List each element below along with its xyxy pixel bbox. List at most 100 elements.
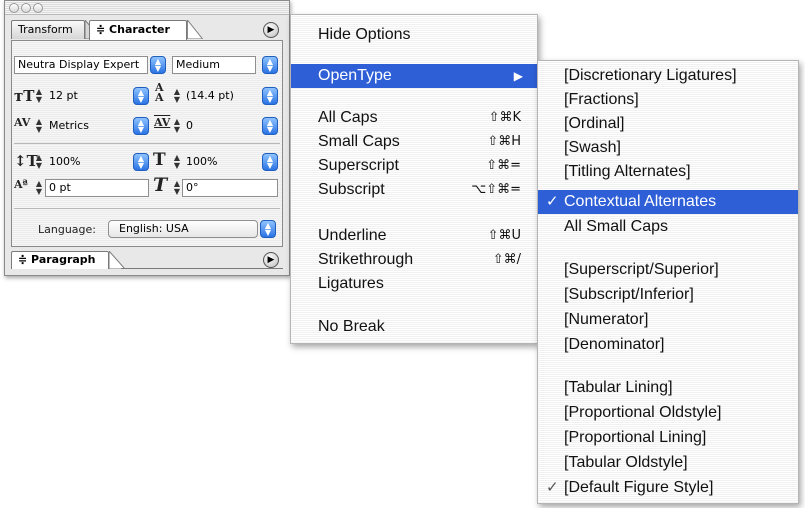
palette-tabs: Transform ≑ Character ▶ — [11, 20, 283, 40]
submenu-item-swash[interactable]: [Swash] — [538, 136, 798, 160]
horizontal-scale-popup-icon[interactable]: ▲ ▼ — [262, 153, 278, 171]
panel-menu-arrow-icon[interactable]: ▶ — [263, 22, 279, 38]
submenu-item-label: [Fractions] — [564, 91, 639, 108]
tab-paragraph-label: Paragraph — [31, 253, 96, 266]
tab-transform-label: Transform — [18, 23, 73, 36]
menu-item-strikethrough[interactable]: Strikethrough ⇧⌘/ — [291, 248, 537, 272]
tracking-stepper-icon[interactable]: ▲ ▼ — [172, 118, 182, 134]
submenu-item-proportional-oldstyle[interactable]: [Proportional Oldstyle] — [538, 401, 798, 425]
menu-item-opentype[interactable]: OpenType ▶ — [291, 64, 537, 88]
menu-item-shortcut: ⇧⌘/ — [492, 252, 521, 267]
submenu-item-default-figure-style[interactable]: ✓ [Default Figure Style] — [538, 476, 798, 500]
paragraph-menu-arrow-icon[interactable]: ▶ — [263, 252, 279, 268]
vertical-scale-popup-icon[interactable]: ▲ ▼ — [133, 153, 149, 171]
menu-item-label: Ligatures — [318, 275, 384, 292]
character-options-menu: Hide Options OpenType ▶ All Caps ⇧⌘K Small… — [290, 14, 538, 344]
leading-field[interactable]: (14.4 pt) — [182, 87, 262, 105]
palette-titlebar[interactable] — [5, 1, 289, 15]
submenu-item-label: [Numerator] — [564, 311, 649, 328]
submenu-item-superscript-superior[interactable]: [Superscript/Superior] — [538, 258, 798, 282]
kerning-stepper-icon[interactable]: ▲ ▼ — [34, 118, 44, 134]
submenu-item-label: [Tabular Lining] — [564, 379, 673, 396]
tracking-popup-icon[interactable]: ▲ ▼ — [262, 117, 278, 135]
character-palette: Transform ≑ Character ▶ Neutra Display E… — [4, 0, 290, 276]
horizontal-scale-icon: T — [153, 150, 166, 170]
tab-paragraph[interactable]: ≑ Paragraph — [11, 251, 109, 269]
submenu-item-titling-alternates[interactable]: [Titling Alternates] — [538, 160, 798, 184]
submenu-item-label: Contextual Alternates — [564, 193, 717, 210]
zoom-window-icon[interactable] — [33, 3, 43, 13]
horizontal-scale-stepper-icon[interactable]: ▲ ▼ — [172, 154, 182, 170]
tab-slant-icon — [109, 251, 125, 269]
font-size-stepper-icon[interactable]: ▲ ▼ — [34, 88, 44, 104]
language-label: Language: — [38, 223, 96, 236]
close-window-icon[interactable] — [9, 3, 19, 13]
menu-item-hide-options[interactable]: Hide Options — [291, 23, 537, 47]
menu-item-label: OpenType — [318, 67, 392, 84]
submenu-item-denominator[interactable]: [Denominator] — [538, 333, 798, 357]
baseline-shift-field[interactable]: 0 pt — [45, 179, 149, 197]
font-style-popup-icon[interactable]: ▲ ▼ — [262, 56, 278, 74]
leading-popup-icon[interactable]: ▲ ▼ — [262, 87, 278, 105]
font-family-field[interactable]: Neutra Display Expert — [14, 56, 148, 74]
submenu-item-label: [Denominator] — [564, 336, 665, 353]
submenu-item-ordinal[interactable]: [Ordinal] — [538, 112, 798, 136]
submenu-item-numerator[interactable]: [Numerator] — [538, 308, 798, 332]
language-popup-icon[interactable]: ▲ ▼ — [260, 220, 276, 238]
submenu-item-tabular-lining[interactable]: [Tabular Lining] — [538, 376, 798, 400]
tracking-field[interactable]: 0 — [182, 117, 262, 135]
submenu-item-label: [Ordinal] — [564, 115, 625, 132]
menu-item-label: Strikethrough — [318, 251, 414, 268]
divider — [14, 143, 280, 144]
submenu-item-label: [Swash] — [564, 139, 621, 156]
vertical-scale-field[interactable]: 100% — [45, 153, 129, 171]
submenu-item-discretionary-ligatures[interactable]: [Discretionary Ligatures] — [538, 64, 798, 88]
divider — [14, 208, 280, 209]
menu-item-shortcut: ⇧⌘= — [486, 158, 521, 173]
skew-field[interactable]: 0° — [182, 179, 278, 197]
menu-item-small-caps[interactable]: Small Caps ⇧⌘H — [291, 130, 537, 154]
tab-slant-icon — [187, 20, 203, 39]
baseline-shift-stepper-icon[interactable]: ▲ ▼ — [34, 180, 44, 196]
character-panel-body: Neutra Display Expert ▲ ▼ Medium ▲ ▼ ᴛT ▲ ▼… — [11, 40, 283, 247]
horizontal-scale-field[interactable]: 100% — [182, 153, 262, 171]
submenu-item-label: [Subscript/Inferior] — [564, 286, 694, 303]
submenu-item-subscript-inferior[interactable]: [Subscript/Inferior] — [538, 283, 798, 307]
submenu-item-proportional-lining[interactable]: [Proportional Lining] — [538, 426, 798, 450]
tab-transform[interactable]: Transform — [11, 20, 85, 39]
menu-item-superscript[interactable]: Superscript ⇧⌘= — [291, 154, 537, 178]
vertical-scale-stepper-icon[interactable]: ▲ ▼ — [34, 154, 44, 170]
menu-item-all-caps[interactable]: All Caps ⇧⌘K — [291, 106, 537, 130]
font-style-field[interactable]: Medium — [172, 56, 256, 74]
submenu-arrow-icon: ▶ — [513, 69, 523, 83]
menu-item-shortcut: ⇧⌘U — [487, 228, 521, 243]
kerning-popup-icon[interactable]: ▲ ▼ — [133, 117, 149, 135]
submenu-item-label: All Small Caps — [564, 218, 669, 235]
submenu-item-label: [Proportional Lining] — [564, 429, 707, 446]
font-size-field[interactable]: 12 pt — [45, 87, 129, 105]
leading-stepper-icon[interactable]: ▲ ▼ — [172, 88, 182, 104]
menu-item-ligatures[interactable]: Ligatures — [291, 272, 537, 296]
menu-item-shortcut: ⇧⌘H — [487, 134, 521, 149]
tab-disclosure-icon: ≑ — [18, 253, 32, 266]
submenu-item-fractions[interactable]: [Fractions] — [538, 88, 798, 112]
menu-item-subscript[interactable]: Subscript ⌥⇧⌘= — [291, 178, 537, 202]
menu-item-no-break[interactable]: No Break — [291, 315, 537, 339]
menu-item-label: Subscript — [318, 181, 385, 198]
skew-stepper-icon[interactable]: ▲ ▼ — [172, 180, 182, 196]
submenu-item-label: [Titling Alternates] — [564, 163, 691, 180]
minimize-window-icon[interactable] — [21, 3, 31, 13]
submenu-item-contextual-alternates[interactable]: ✓ Contextual Alternates — [538, 190, 798, 214]
font-size-popup-icon[interactable]: ▲ ▼ — [133, 87, 149, 105]
menu-item-underline[interactable]: Underline ⇧⌘U — [291, 224, 537, 248]
leading-icon: AA — [155, 81, 164, 104]
submenu-item-tabular-oldstyle[interactable]: [Tabular Oldstyle] — [538, 451, 798, 475]
opentype-submenu: [Discretionary Ligatures] [Fractions] [O… — [537, 60, 799, 504]
submenu-item-all-small-caps[interactable]: All Small Caps — [538, 215, 798, 239]
font-family-popup-icon[interactable]: ▲ ▼ — [150, 56, 166, 74]
tab-character[interactable]: ≑ Character — [89, 20, 187, 40]
kerning-field[interactable]: Metrics — [45, 117, 129, 135]
language-select[interactable]: English: USA — [108, 220, 258, 238]
tracking-icon: AV — [154, 116, 171, 129]
submenu-item-label: [Default Figure Style] — [564, 479, 714, 496]
